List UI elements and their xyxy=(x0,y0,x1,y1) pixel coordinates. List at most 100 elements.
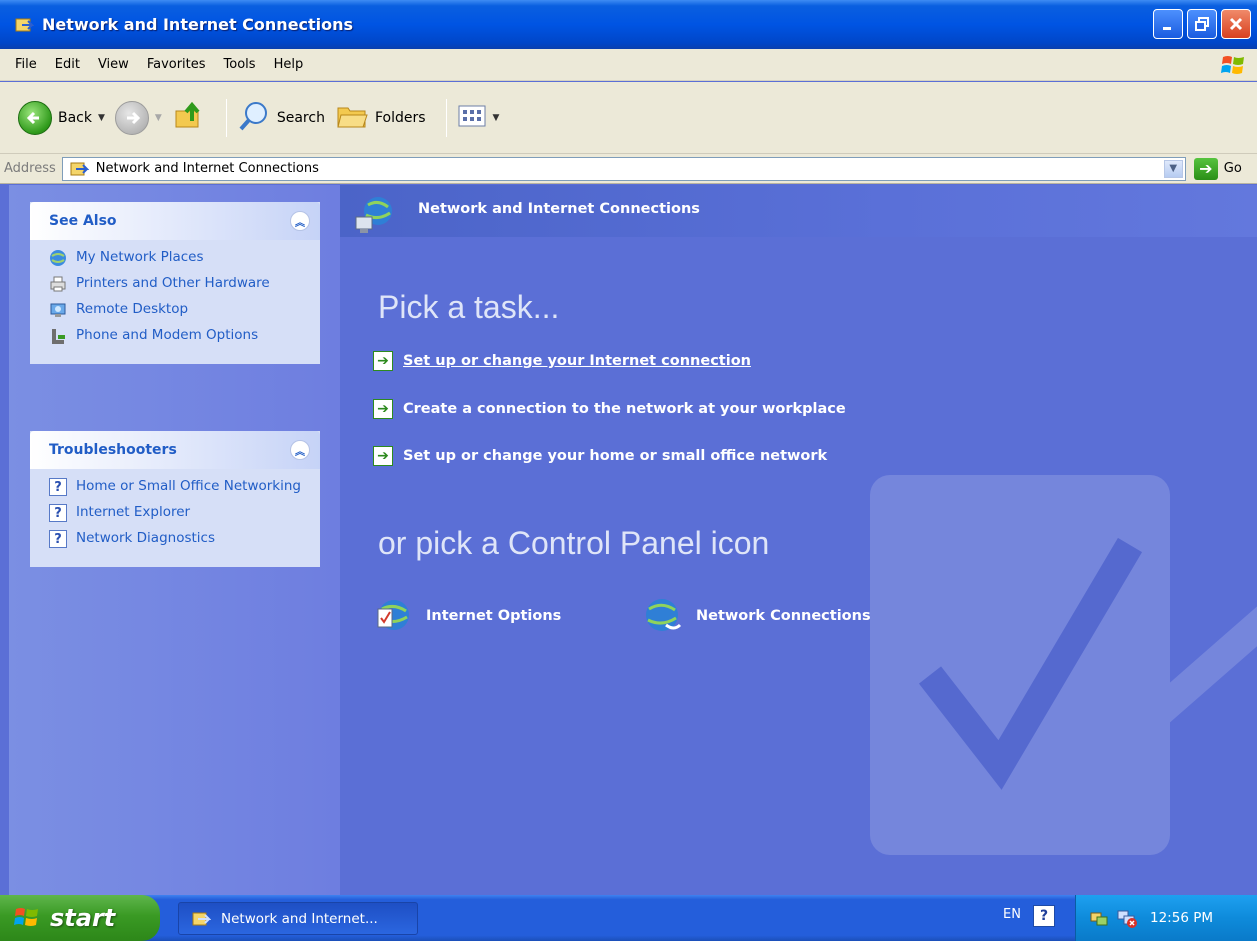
up-folder-icon xyxy=(172,99,206,137)
address-value: Network and Internet Connections xyxy=(95,161,319,176)
task-internet-connection[interactable]: ➔ Set up or change your Internet connect… xyxy=(373,351,751,371)
help-icon[interactable]: ? xyxy=(1033,905,1055,927)
see-also-title: See Also xyxy=(49,213,117,229)
views-button[interactable]: ▼ xyxy=(457,103,500,133)
see-also-item-label: Printers and Other Hardware xyxy=(76,275,270,291)
network-connections-icon-link[interactable]: Network Connections xyxy=(640,595,871,637)
chevron-down-icon[interactable]: ▼ xyxy=(1163,159,1183,178)
up-folder-button[interactable] xyxy=(172,99,206,137)
troubleshooter-item-label: Network Diagnostics xyxy=(76,530,215,546)
system-tray: 12:56 PM xyxy=(1075,895,1257,941)
back-button[interactable]: Back ▼ xyxy=(18,100,105,135)
chevron-down-icon[interactable]: ▼ xyxy=(155,113,162,123)
start-button[interactable]: start xyxy=(0,895,160,941)
help-icon: ? xyxy=(49,530,67,548)
taskbar: start Network and Internet... EN ? 12:56… xyxy=(0,895,1257,941)
back-arrow-icon xyxy=(18,100,52,135)
internet-options-icon xyxy=(377,600,409,630)
troubleshooters-title: Troubleshooters xyxy=(49,442,177,458)
language-indicator[interactable]: EN xyxy=(1003,907,1021,922)
pick-task-heading: Pick a task... xyxy=(378,289,560,325)
menu-help[interactable]: Help xyxy=(265,57,313,72)
troubleshooter-item-label: Home or Small Office Networking xyxy=(76,478,301,494)
network-folder-icon xyxy=(69,159,91,179)
collapse-icon[interactable]: ︽ xyxy=(290,211,310,231)
address-label: Address xyxy=(4,161,56,176)
task-label: Set up or change your home or small offi… xyxy=(403,448,828,464)
internet-options-icon-link[interactable]: Internet Options xyxy=(372,595,561,637)
search-label: Search xyxy=(276,109,325,126)
printer-icon xyxy=(48,274,68,294)
troubleshooter-item-internet-explorer[interactable]: ? Internet Explorer xyxy=(48,503,310,523)
search-icon xyxy=(237,99,271,137)
troubleshooter-item-home-networking[interactable]: ? Home or Small Office Networking xyxy=(48,477,310,497)
task-pane: See Also ︽ My Network Places Printers an… xyxy=(9,185,340,895)
network-places-icon xyxy=(48,248,68,268)
menu-tools[interactable]: Tools xyxy=(215,57,265,72)
forward-button[interactable]: ▼ xyxy=(114,100,162,135)
see-also-item-network-places[interactable]: My Network Places xyxy=(48,248,310,268)
taskbar-window-label: Network and Internet... xyxy=(221,910,378,927)
network-folder-icon xyxy=(192,912,211,925)
troubleshooter-item-network-diagnostics[interactable]: ? Network Diagnostics xyxy=(48,529,310,549)
taskbar-window-button[interactable]: Network and Internet... xyxy=(178,902,418,935)
troubleshooter-item-label: Internet Explorer xyxy=(76,504,191,520)
folders-icon xyxy=(335,99,369,137)
network-folder-icon xyxy=(14,15,34,35)
category-header: Network and Internet Connections xyxy=(340,185,1257,237)
window-title: Network and Internet Connections xyxy=(42,15,354,34)
checklist-watermark-icon xyxy=(870,475,1257,855)
menu-edit[interactable]: Edit xyxy=(46,57,89,72)
windows-flag-icon xyxy=(1219,53,1247,77)
menu-bar: File Edit View Favorites Tools Help xyxy=(0,49,1257,81)
main-content: Network and Internet Connections Pick a … xyxy=(340,185,1257,895)
menu-view[interactable]: View xyxy=(89,57,138,72)
internet-options-label: Internet Options xyxy=(426,608,562,624)
chevron-down-icon[interactable]: ▼ xyxy=(98,113,105,123)
menu-file[interactable]: File xyxy=(6,57,46,72)
go-label: Go xyxy=(1223,161,1242,176)
task-home-network[interactable]: ➔ Set up or change your home or small of… xyxy=(373,446,827,466)
toolbar: Back ▼ ▼ Search Folders ▼ xyxy=(0,82,1257,154)
task-label: Set up or change your Internet connectio… xyxy=(403,353,751,369)
restore-button[interactable] xyxy=(1187,9,1217,39)
go-button[interactable]: ➔ Go xyxy=(1193,157,1242,180)
go-arrow-icon: ➔ xyxy=(1193,157,1218,180)
category-title: Network and Internet Connections xyxy=(418,201,700,217)
search-button[interactable]: Search xyxy=(237,99,325,137)
chevron-down-icon[interactable]: ▼ xyxy=(493,113,500,123)
minimize-button[interactable] xyxy=(1153,9,1183,39)
control-panel-heading: or pick a Control Panel icon xyxy=(378,525,770,561)
address-input[interactable]: Network and Internet Connections ▼ xyxy=(61,156,1186,181)
title-bar: Network and Internet Connections xyxy=(0,0,1257,49)
close-button[interactable] xyxy=(1221,9,1251,39)
network-disconnected-icon[interactable] xyxy=(1116,907,1138,929)
see-also-header[interactable]: See Also ︽ xyxy=(30,202,320,240)
see-also-item-label: Phone and Modem Options xyxy=(76,327,259,343)
network-connections-label: Network Connections xyxy=(696,608,871,624)
task-label: Create a connection to the network at yo… xyxy=(403,401,846,417)
collapse-icon[interactable]: ︽ xyxy=(290,440,310,460)
help-icon: ? xyxy=(49,478,67,496)
troubleshooters-header[interactable]: Troubleshooters ︽ xyxy=(30,431,320,469)
views-icon xyxy=(457,103,487,133)
clock: 12:56 PM xyxy=(1150,910,1213,926)
forward-arrow-icon xyxy=(114,100,149,135)
green-arrow-icon: ➔ xyxy=(373,351,393,371)
phone-icon xyxy=(48,326,68,346)
folders-label: Folders xyxy=(374,109,426,126)
see-also-item-label: Remote Desktop xyxy=(76,301,189,317)
remote-desktop-icon xyxy=(48,300,68,320)
windows-flag-icon xyxy=(14,908,38,926)
network-connections-icon xyxy=(646,599,682,631)
task-workplace-connection[interactable]: ➔ Create a connection to the network at … xyxy=(373,399,846,419)
menu-favorites[interactable]: Favorites xyxy=(138,57,215,72)
see-also-item-phone-modem[interactable]: Phone and Modem Options xyxy=(48,326,310,346)
network-globe-icon xyxy=(354,195,396,235)
folders-button[interactable]: Folders xyxy=(335,99,426,137)
see-also-item-remote-desktop[interactable]: Remote Desktop xyxy=(48,300,310,320)
address-bar: Address Network and Internet Connections… xyxy=(0,154,1257,184)
network-status-icon[interactable] xyxy=(1088,907,1110,929)
see-also-item-printers[interactable]: Printers and Other Hardware xyxy=(48,274,310,294)
start-label: start xyxy=(50,904,116,932)
